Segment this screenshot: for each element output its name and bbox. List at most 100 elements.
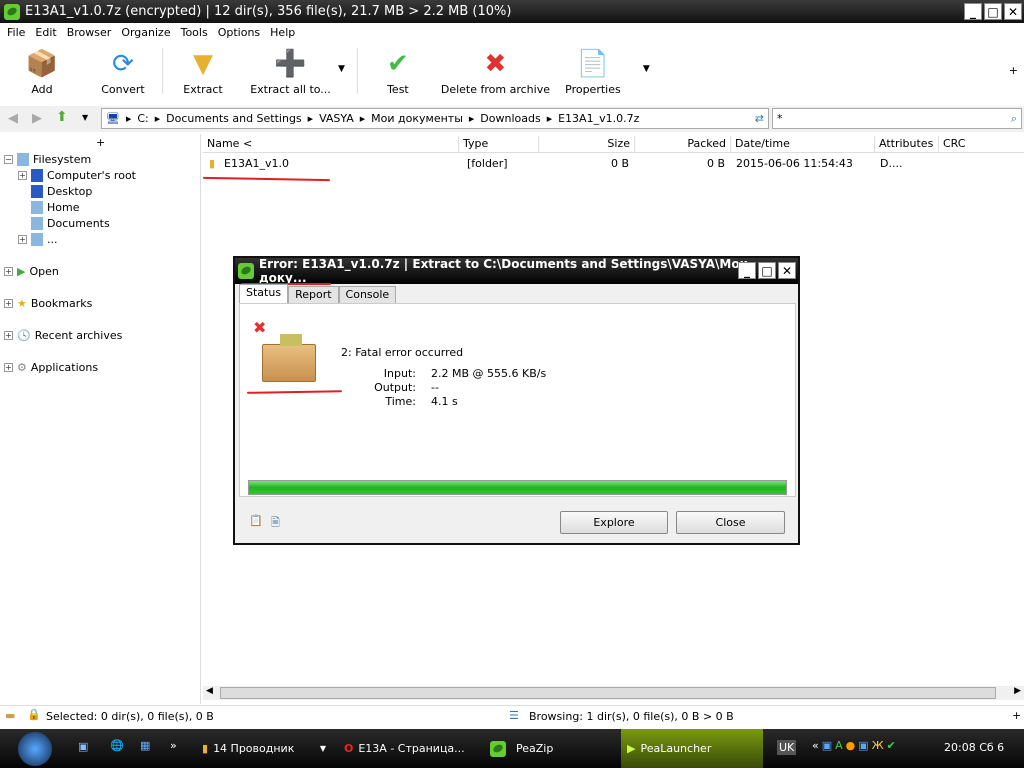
tree-more[interactable]: +... — [18, 233, 58, 246]
tree-recent-archives[interactable]: + 🕓 Recent archives — [4, 329, 122, 342]
tree-documents[interactable]: Documents — [31, 217, 110, 230]
extract-icon: ▼ — [193, 49, 213, 79]
close-dialog-button[interactable]: Close — [676, 511, 785, 534]
window-title: E13A1_v1.0.7z (encrypted) | 12 dir(s), 3… — [25, 4, 512, 19]
task-explorer[interactable]: ▮ 14 Проводник ▼ — [196, 729, 330, 768]
output-value: -- — [431, 381, 439, 394]
tree-desktop[interactable]: Desktop — [31, 185, 92, 198]
column-size[interactable]: Size — [539, 136, 635, 153]
status-expand[interactable]: + — [1012, 709, 1021, 722]
menu-browser[interactable]: Browser — [62, 24, 117, 42]
tab-console[interactable]: Console — [338, 286, 397, 303]
more-dropdown-icon[interactable]: ▼ — [643, 64, 650, 100]
crumb[interactable]: Documents and Settings — [166, 112, 302, 125]
menu-options[interactable]: Options — [213, 24, 265, 42]
tree-filesystem[interactable]: − Filesystem — [4, 153, 91, 166]
pealauncher-icon: ▶ — [627, 742, 636, 755]
close-button[interactable]: ✕ — [778, 262, 796, 279]
column-datetime[interactable]: Date/time — [731, 136, 875, 153]
crumb[interactable]: E13A1_v1.0.7z — [558, 112, 639, 125]
minimize-button[interactable]: _ — [738, 262, 756, 279]
column-type[interactable]: Type — [459, 136, 539, 153]
explore-button[interactable]: Explore — [560, 511, 668, 534]
crumb[interactable]: VASYA — [319, 112, 354, 125]
folder-icon: ▮ — [209, 157, 216, 170]
clipboard-icon[interactable]: 📋 — [249, 514, 263, 527]
scroll-right-icon[interactable]: ▶ — [1014, 686, 1021, 696]
extract-all-icon: ➕ — [274, 49, 307, 79]
toolbar-expand-icon[interactable]: + — [1009, 64, 1018, 77]
menu-help[interactable]: Help — [265, 24, 300, 42]
menu-edit[interactable]: Edit — [30, 24, 61, 42]
crumb[interactable]: Мои документы — [371, 112, 463, 125]
horizontal-scrollbar[interactable]: ◀ ▶ — [203, 686, 1024, 700]
scroll-left-icon[interactable]: ◀ — [206, 686, 213, 696]
snap-icon[interactable]: ▦ — [140, 739, 150, 752]
column-packed[interactable]: Packed — [635, 136, 731, 153]
search-icon[interactable]: ⌕ — [1011, 109, 1017, 128]
path-breadcrumb[interactable]: 🖥 ▶ C: ▶ Documents and Settings ▶ VASYA ▶ Мо… — [101, 108, 769, 129]
extract-all-button[interactable]: ➕ Extract all to... — [243, 44, 338, 96]
tray-icons[interactable]: «▣A●▣Ж✔ — [812, 739, 899, 752]
log-icon[interactable]: 🗎 — [271, 514, 280, 533]
toolbar: 📦 Add ⟳ Convert ▼ Extract ➕ Extract all to..… — [0, 44, 1024, 100]
minimize-button[interactable]: _ — [964, 3, 982, 20]
red-underline-annotation — [246, 390, 343, 394]
properties-button[interactable]: 📄 Properties — [553, 44, 633, 96]
maximize-button[interactable]: □ — [758, 262, 776, 279]
task-peazip[interactable]: PeaZip — [484, 729, 624, 768]
column-crc[interactable]: CRC — [939, 136, 1024, 153]
tree-bookmarks[interactable]: + ★ Bookmarks — [4, 297, 92, 310]
browser-icon[interactable]: 🌐 — [110, 739, 124, 752]
error-x-icon: ✖ — [253, 318, 267, 337]
tree-applications[interactable]: + ⚙ Applications — [4, 361, 98, 374]
back-icon[interactable]: ◀ — [8, 111, 18, 126]
task-pealauncher[interactable]: ▶ PeaLauncher — [621, 729, 763, 768]
tab-status[interactable]: Status — [239, 284, 289, 303]
up-folder-icon[interactable]: ⬆ — [56, 109, 68, 125]
extract-button[interactable]: ▼ Extract — [163, 44, 243, 96]
refresh-icon[interactable]: ⇄ — [755, 112, 764, 125]
convert-button[interactable]: ⟳ Convert — [84, 44, 162, 96]
desktop-icon — [31, 185, 43, 198]
overflow-icon[interactable]: » — [170, 739, 177, 752]
tree-home[interactable]: Home — [31, 201, 79, 214]
clock-icon: 🕓 — [17, 329, 31, 342]
show-desktop-icon[interactable]: ▣ — [78, 740, 88, 753]
forward-icon[interactable]: ▶ — [32, 111, 42, 126]
add-button[interactable]: 📦 Add — [0, 44, 84, 96]
menu-organize[interactable]: Organize — [116, 24, 175, 42]
navigation-tree: + − Filesystem + Computer's root Desktop H… — [0, 134, 201, 704]
box-icon — [262, 344, 316, 382]
maximize-button[interactable]: □ — [984, 3, 1002, 20]
tab-report[interactable]: Report — [288, 286, 339, 303]
search-input[interactable]: * ⌕ — [772, 108, 1022, 129]
crumb[interactable]: C: — [137, 112, 148, 125]
crumb[interactable]: Downloads — [480, 112, 540, 125]
task-opera[interactable]: O E13A - Страница... — [338, 729, 478, 768]
opera-icon: O — [344, 742, 354, 755]
scroll-thumb[interactable] — [220, 687, 996, 699]
add-box-icon: 📦 — [25, 49, 59, 79]
tree-expand[interactable]: + — [96, 136, 105, 149]
list-icon: ☰ — [509, 709, 519, 722]
close-button[interactable]: ✕ — [1004, 3, 1022, 20]
peazip-icon — [490, 740, 506, 757]
test-button[interactable]: ✔ Test — [358, 44, 438, 96]
time-value: 4.1 s — [431, 395, 458, 408]
folder-icon — [31, 201, 43, 214]
menu-tools[interactable]: Tools — [176, 24, 213, 42]
start-button[interactable] — [18, 732, 52, 766]
menu-file[interactable]: File — [2, 24, 30, 42]
language-indicator[interactable]: UK — [777, 740, 797, 755]
history-dropdown-icon[interactable]: ▼ — [82, 113, 88, 122]
column-name[interactable]: Name < — [203, 136, 459, 153]
extract-dropdown-icon[interactable]: ▼ — [338, 64, 345, 100]
red-underline-annotation — [202, 176, 331, 182]
delete-button[interactable]: ✖ Delete from archive — [438, 44, 553, 96]
tree-open[interactable]: + ▶ Open — [4, 265, 59, 278]
clock[interactable]: 20:08 Сб 6 — [944, 741, 1004, 754]
tree-computer-root[interactable]: + Computer's root — [18, 169, 136, 182]
status-bar: ▬ 🔒 Selected: 0 dir(s), 0 file(s), 0 B ☰… — [0, 705, 1024, 727]
column-attributes[interactable]: Attributes — [875, 136, 939, 153]
